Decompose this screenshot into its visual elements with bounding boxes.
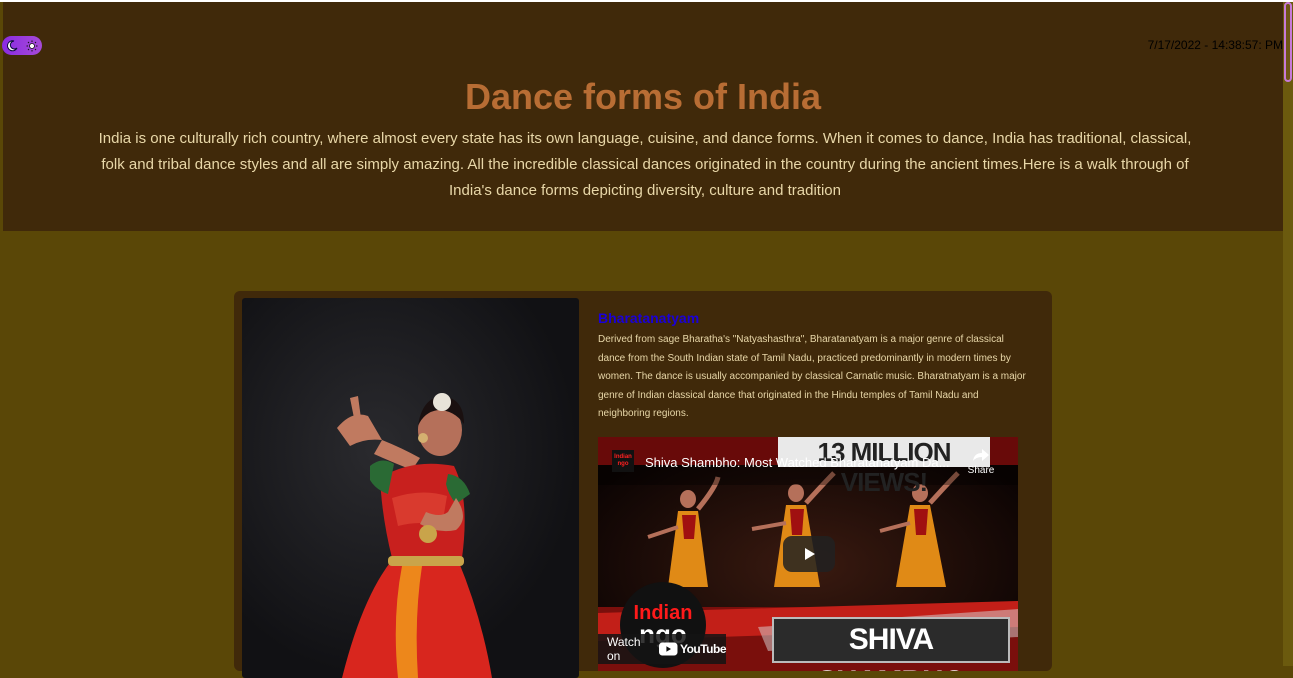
play-icon	[805, 548, 815, 560]
dancer-illustration	[337, 393, 492, 678]
dancer-photo	[242, 298, 579, 678]
dance-card-bharatanatyam: Bharatanatyam Derived from sage Bharatha…	[234, 291, 1052, 678]
video-title[interactable]: Shiva Shambho: Most Watched Bharatanatya…	[645, 455, 955, 470]
datetime-display: 7/17/2022 - 14:38:57: PM	[1147, 38, 1283, 52]
watch-on-label: Watch on	[607, 635, 641, 663]
title-banner: SHIVA SHAMBHO	[772, 617, 1010, 671]
channel-logo-text: Indian ngo	[614, 454, 632, 467]
share-button[interactable]: Share	[966, 448, 996, 476]
channel-logo[interactable]: Indian ngo	[612, 450, 634, 472]
scrollbar-track[interactable]	[1283, 2, 1293, 666]
watch-on-youtube-button[interactable]: Watch on YouTube	[598, 634, 727, 664]
scrollbar-thumb[interactable]	[1284, 2, 1292, 82]
youtube-label: YouTube	[679, 642, 727, 656]
youtube-logo-icon	[659, 642, 678, 656]
share-icon	[973, 449, 989, 461]
card-description: Derived from sage Bharatha's "Natyashast…	[598, 334, 1026, 420]
card-title: Bharatanatyam	[598, 310, 700, 326]
moon-icon	[7, 39, 18, 51]
share-label: Share	[967, 465, 995, 476]
intro-text: India is one culturally rich country, wh…	[98, 130, 1192, 199]
video-embed[interactable]: 13 MILLION VIEWS! Indian ngo Shiva Shamb…	[598, 437, 1018, 671]
page-header: 7/17/2022 - 14:38:57: PM Dance forms of …	[3, 2, 1283, 231]
theme-toggle[interactable]	[2, 36, 42, 55]
page-title: Dance forms of India	[464, 76, 822, 117]
sun-icon	[26, 40, 38, 51]
play-button[interactable]	[783, 536, 835, 572]
